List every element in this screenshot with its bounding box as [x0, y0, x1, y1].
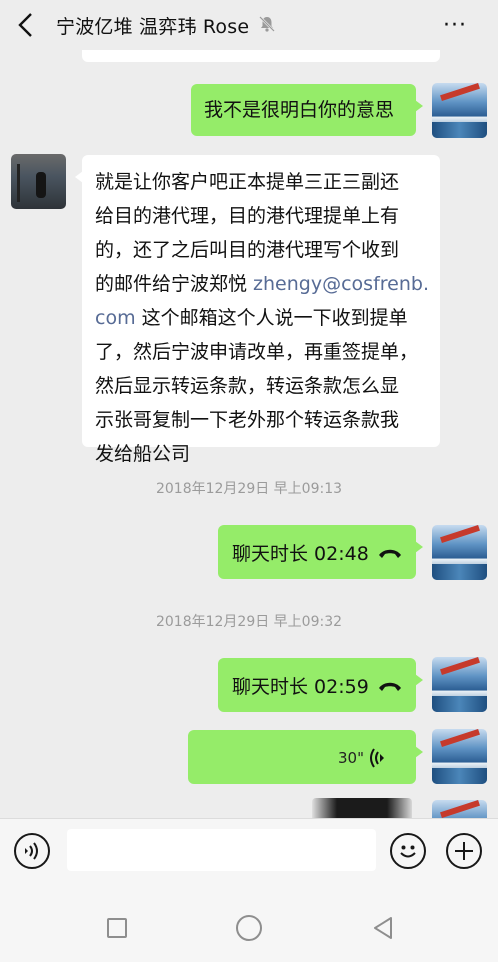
call-duration-text: 聊天时长 02:59: [232, 676, 369, 698]
chat-history[interactable]: 我不是很明白你的意思 就是让你客户吧正本提单三正三副还 给目的港代理，目的港代理…: [0, 50, 498, 818]
phone-hangup-icon: [378, 549, 401, 558]
my-avatar[interactable]: [432, 525, 487, 580]
voice-duration: 30": [338, 749, 364, 767]
message-bubble-contact[interactable]: 就是让你客户吧正本提单三正三副还 给目的港代理，目的港代理提单上有 的，还了之后…: [75, 155, 440, 465]
voice-wave-icon: [370, 748, 384, 768]
previous-message-bubble: [82, 50, 440, 62]
plus-icon: [455, 842, 473, 860]
system-navigation-bar: [0, 880, 498, 962]
image-message-thumbnail[interactable]: [312, 798, 412, 818]
call-record-bubble[interactable]: 聊天时长 02:48: [218, 525, 423, 579]
home-button[interactable]: [236, 915, 262, 941]
recent-apps-button[interactable]: [107, 918, 127, 938]
bell-off-icon: [259, 16, 275, 32]
chevron-left-icon[interactable]: [14, 10, 38, 40]
chat-title: 宁波亿堆 温弈玮 Rose: [56, 16, 250, 38]
timestamp: 2018年12月29日 早上09:13: [155, 481, 343, 497]
back-triangle-icon[interactable]: [372, 916, 394, 940]
email-link[interactable]: zhengy@cosfrenb.: [253, 273, 429, 295]
emoji-button[interactable]: [390, 833, 426, 869]
timestamp: 2018年12月29日 早上09:32: [155, 614, 343, 630]
email-link[interactable]: com: [95, 307, 136, 329]
voice-message-bubble[interactable]: 30": [188, 730, 423, 784]
more-options-button[interactable]: ···: [443, 13, 467, 38]
smiley-icon: [400, 845, 416, 858]
my-avatar[interactable]: [432, 657, 487, 712]
message-text: 我不是很明白你的意思: [204, 99, 395, 121]
contact-avatar[interactable]: [11, 154, 66, 209]
phone-hangup-icon: [378, 682, 401, 691]
chat-header: 宁波亿堆 温弈玮 Rose ···: [0, 0, 498, 50]
more-functions-button[interactable]: [446, 833, 482, 869]
message-text: 就是让你客户吧正本提单三正三副还 给目的港代理，目的港代理提单上有 的，还了之后…: [95, 171, 429, 465]
voice-input-button[interactable]: [14, 833, 50, 869]
message-input-bar: [0, 818, 498, 880]
message-text-input[interactable]: [67, 829, 376, 871]
my-avatar[interactable]: [432, 83, 487, 138]
message-bubble-me[interactable]: 我不是很明白你的意思: [191, 84, 423, 136]
call-duration-text: 聊天时长 02:48: [232, 543, 369, 565]
voice-icon: [25, 842, 38, 860]
my-avatar[interactable]: [432, 729, 487, 784]
call-record-bubble[interactable]: 聊天时长 02:59: [218, 658, 423, 712]
my-avatar[interactable]: [432, 800, 487, 818]
